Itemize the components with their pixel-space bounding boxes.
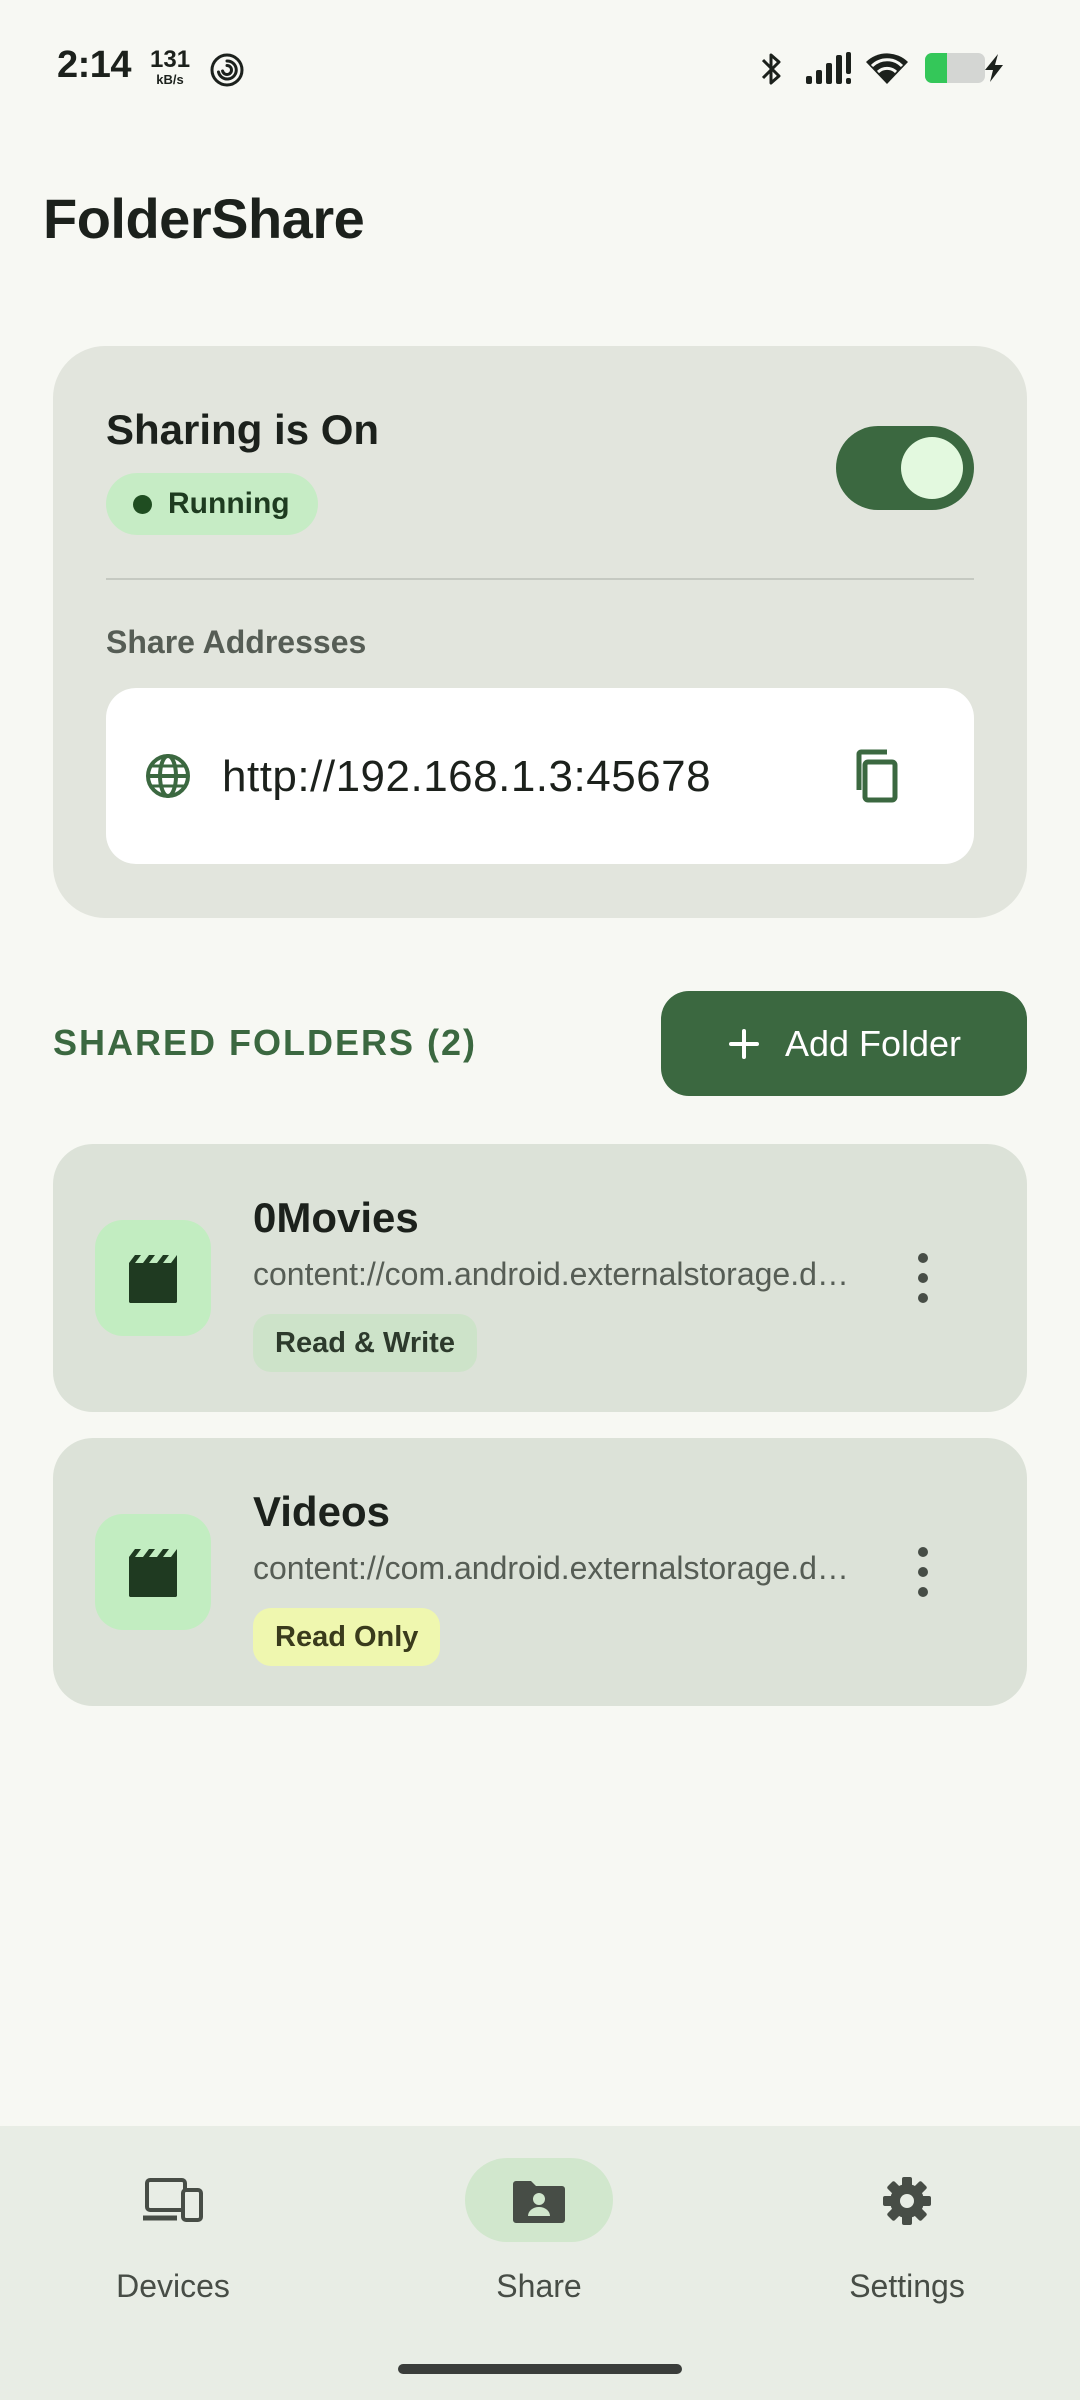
folder-icon-tile: [95, 1220, 211, 1336]
folder-shared-icon: [513, 2181, 565, 2223]
status-badge-label: Running: [168, 487, 290, 520]
globe-icon: [146, 754, 190, 798]
nav-label: Share: [496, 2268, 582, 2304]
folder-card[interactable]: Videos content://com.android.externalsto…: [53, 1438, 1027, 1706]
add-folder-label: Add Folder: [784, 1022, 962, 1064]
folder-path: content://com.android.externalstorage.do…: [253, 1256, 853, 1292]
devices-icon: [143, 2178, 203, 2222]
charging-icon: [985, 54, 1003, 82]
nav-item-settings[interactable]: Settings: [787, 2158, 1027, 2318]
network-speed-unit: kB/s: [156, 72, 184, 87]
screen: 2:14 131 kB/s FolderShare Sharing is On …: [0, 0, 1080, 2400]
status-badge: Running: [106, 473, 318, 535]
status-bar: 2:14 131 kB/s: [0, 0, 1080, 136]
nav-item-devices[interactable]: Devices: [53, 2158, 293, 2318]
battery-icon: [925, 53, 985, 83]
copy-icon[interactable]: [849, 748, 905, 804]
folder-card[interactable]: 0Movies content://com.android.externalst…: [53, 1144, 1027, 1412]
folder-name: Videos: [253, 1488, 390, 1535]
movie-icon: [129, 1255, 177, 1303]
spiral-icon: [210, 53, 244, 87]
sharing-card: Sharing is On Running Share Addresses ht…: [53, 346, 1027, 918]
gear-icon: [883, 2177, 931, 2225]
page-title: FolderShare: [43, 187, 365, 250]
sharing-status-title: Sharing is On: [106, 406, 380, 453]
nav-item-share[interactable]: Share: [419, 2158, 659, 2318]
toggle-knob: [901, 437, 963, 499]
status-dot-icon: [133, 494, 152, 514]
wifi-icon: [866, 53, 908, 84]
status-time: 2:14: [57, 44, 132, 86]
folder-icon-tile: [95, 1514, 211, 1630]
network-speed: 131 kB/s: [150, 46, 191, 87]
signal-icon: [806, 52, 851, 84]
share-address-url[interactable]: http://192.168.1.3:45678: [222, 752, 711, 802]
divider: [106, 578, 974, 580]
share-address-row: http://192.168.1.3:45678: [106, 688, 974, 864]
folder-name: 0Movies: [253, 1194, 419, 1241]
shared-folders-header: SHARED FOLDERS (2): [53, 1022, 478, 1063]
movie-icon: [129, 1549, 177, 1597]
folder-path: content://com.android.externalstorage.do…: [253, 1550, 853, 1586]
more-vert-icon[interactable]: [901, 1250, 945, 1306]
nav-label: Devices: [116, 2268, 230, 2304]
bottom-nav: Devices Share Settings: [0, 2126, 1080, 2400]
sharing-toggle[interactable]: [836, 426, 974, 510]
add-folder-button[interactable]: Add Folder: [661, 991, 1027, 1096]
more-vert-icon[interactable]: [901, 1544, 945, 1600]
permission-badge: Read & Write: [253, 1314, 477, 1372]
network-speed-value: 131: [150, 46, 191, 73]
nav-label: Settings: [849, 2268, 965, 2304]
permission-badge: Read Only: [253, 1608, 441, 1666]
plus-icon: [728, 1028, 759, 1059]
share-addresses-label: Share Addresses: [106, 624, 367, 660]
bluetooth-icon: [761, 53, 781, 85]
home-indicator[interactable]: [398, 2364, 682, 2374]
